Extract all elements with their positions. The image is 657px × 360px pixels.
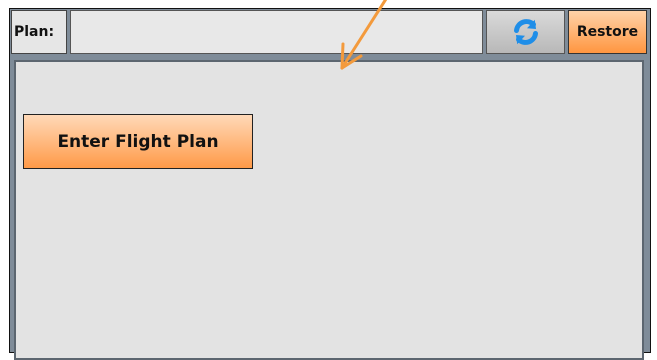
content-panel <box>14 60 644 360</box>
restore-button[interactable]: Restore <box>568 10 647 54</box>
enter-flight-plan-button[interactable]: Enter Flight Plan <box>23 114 253 169</box>
plan-label: Plan: <box>11 10 67 54</box>
refresh-icon <box>513 19 538 45</box>
refresh-button[interactable] <box>486 10 565 54</box>
plan-input[interactable] <box>70 10 483 54</box>
